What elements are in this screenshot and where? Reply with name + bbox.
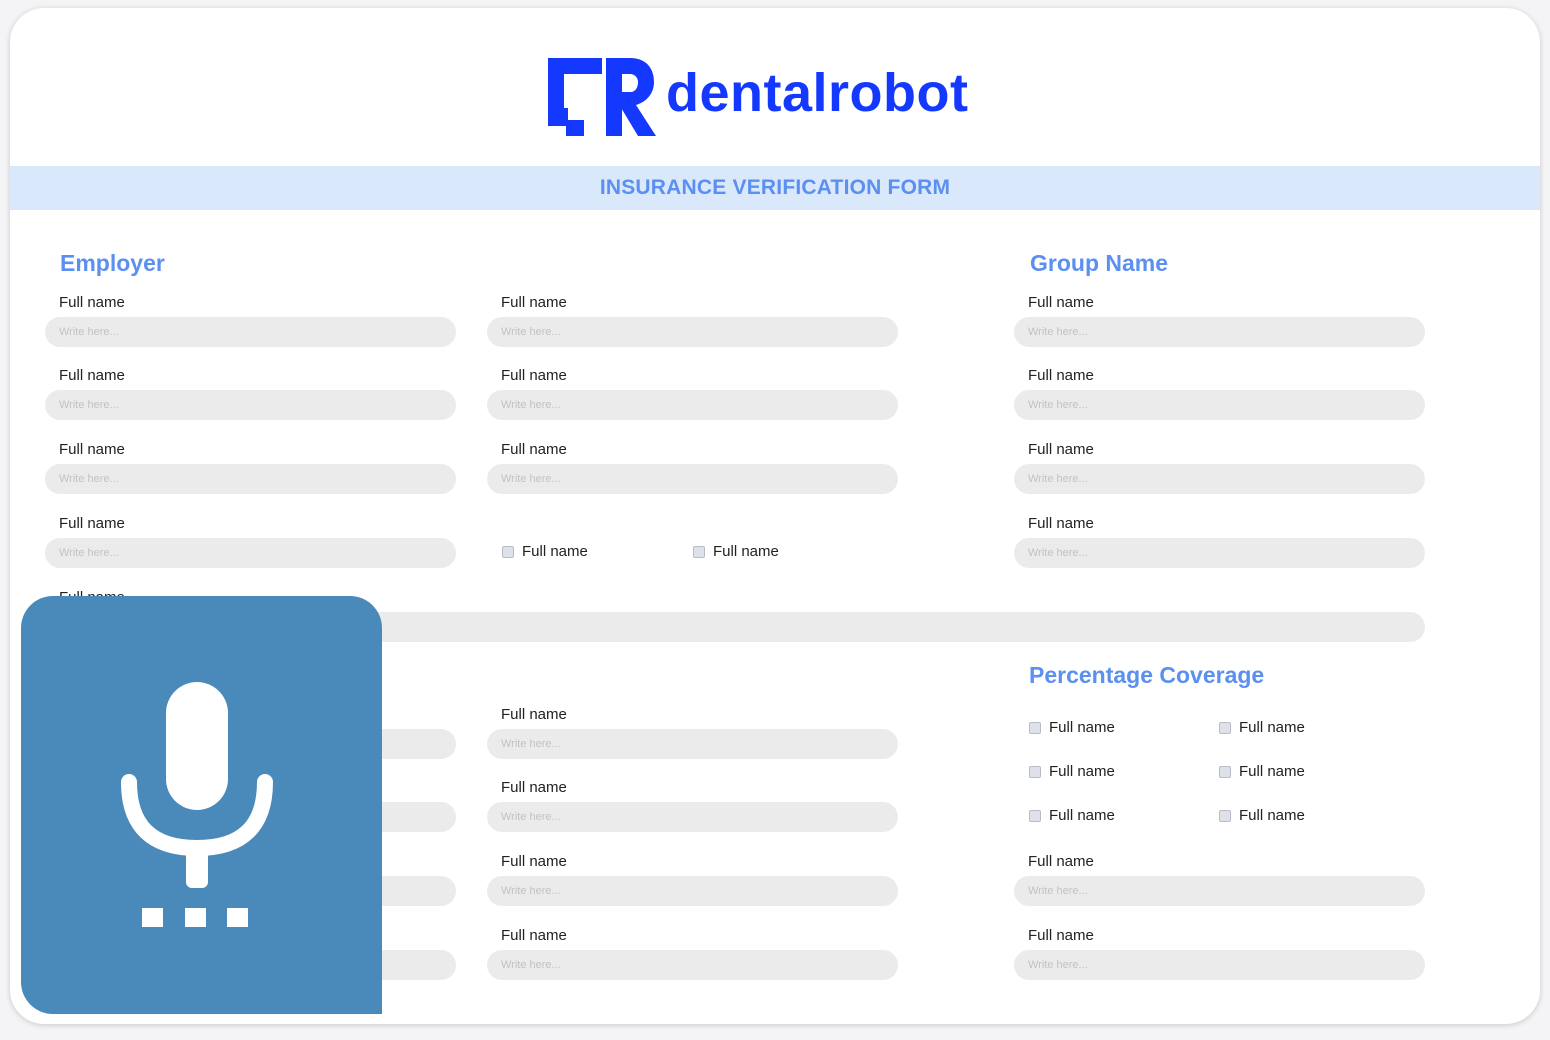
checkbox-label: Full name — [713, 543, 779, 560]
section-title-percentage-coverage: Percentage Coverage — [1029, 662, 1265, 688]
checkbox-label: Full name — [1049, 807, 1115, 824]
field-label: Full name — [501, 853, 567, 870]
full-name-input[interactable] — [487, 950, 898, 980]
dentalrobot-logo-icon — [548, 58, 656, 136]
option-checkbox[interactable] — [1219, 766, 1231, 778]
checkbox-label: Full name — [1239, 807, 1305, 824]
field-label: Full name — [501, 706, 567, 723]
full-name-input[interactable] — [487, 876, 898, 906]
brand-name: dentalrobot — [666, 63, 969, 123]
full-name-input[interactable] — [1014, 464, 1425, 494]
checkbox-label: Full name — [1049, 719, 1115, 736]
full-name-input[interactable] — [1014, 317, 1425, 347]
option-checkbox[interactable] — [502, 546, 514, 558]
full-name-input[interactable] — [487, 802, 898, 832]
full-name-input[interactable] — [45, 464, 456, 494]
full-name-input[interactable] — [1014, 950, 1425, 980]
full-name-input[interactable] — [1014, 538, 1425, 568]
section-title-group-name: Group Name — [1030, 250, 1169, 276]
checkbox-label: Full name — [1239, 719, 1305, 736]
full-name-input[interactable] — [45, 538, 456, 568]
full-name-input[interactable] — [1014, 390, 1425, 420]
option-checkbox[interactable] — [1029, 766, 1041, 778]
full-name-input[interactable] — [487, 729, 898, 759]
full-name-input[interactable] — [45, 317, 456, 347]
checkbox-label: Full name — [522, 543, 588, 560]
full-name-input[interactable] — [487, 464, 898, 494]
field-label: Full name — [501, 779, 567, 796]
form-card: dentalrobot INSURANCE VERIFICATION FORM … — [10, 8, 1540, 1024]
option-checkbox[interactable] — [693, 546, 705, 558]
option-checkbox[interactable] — [1029, 810, 1041, 822]
field-label: Full name — [1028, 927, 1094, 944]
option-checkbox[interactable] — [1029, 722, 1041, 734]
field-label: Full name — [501, 294, 567, 311]
field-label: Full name — [501, 367, 567, 384]
field-label: Full name — [1028, 367, 1094, 384]
full-name-input[interactable] — [487, 390, 898, 420]
form-title-banner: INSURANCE VERIFICATION FORM — [10, 166, 1540, 210]
checkbox-label: Full name — [1049, 763, 1115, 780]
checkbox-label: Full name — [1239, 763, 1305, 780]
field-label: Full name — [59, 294, 125, 311]
option-checkbox[interactable] — [1219, 810, 1231, 822]
field-label: Full name — [1028, 853, 1094, 870]
option-checkbox[interactable] — [1219, 722, 1231, 734]
field-label: Full name — [1028, 515, 1094, 532]
full-name-input[interactable] — [487, 317, 898, 347]
section-title-employer: Employer — [60, 250, 165, 276]
field-label: Full name — [1028, 294, 1094, 311]
field-label: Full name — [1028, 441, 1094, 458]
microphone-icon — [121, 682, 273, 927]
field-label: Full name — [59, 515, 125, 532]
field-label: Full name — [501, 927, 567, 944]
field-label: Full name — [59, 367, 125, 384]
full-name-input[interactable] — [45, 390, 456, 420]
field-label: Full name — [59, 441, 125, 458]
full-name-input[interactable] — [1014, 876, 1425, 906]
field-label: Full name — [501, 441, 567, 458]
voice-input-panel[interactable] — [21, 596, 382, 1014]
